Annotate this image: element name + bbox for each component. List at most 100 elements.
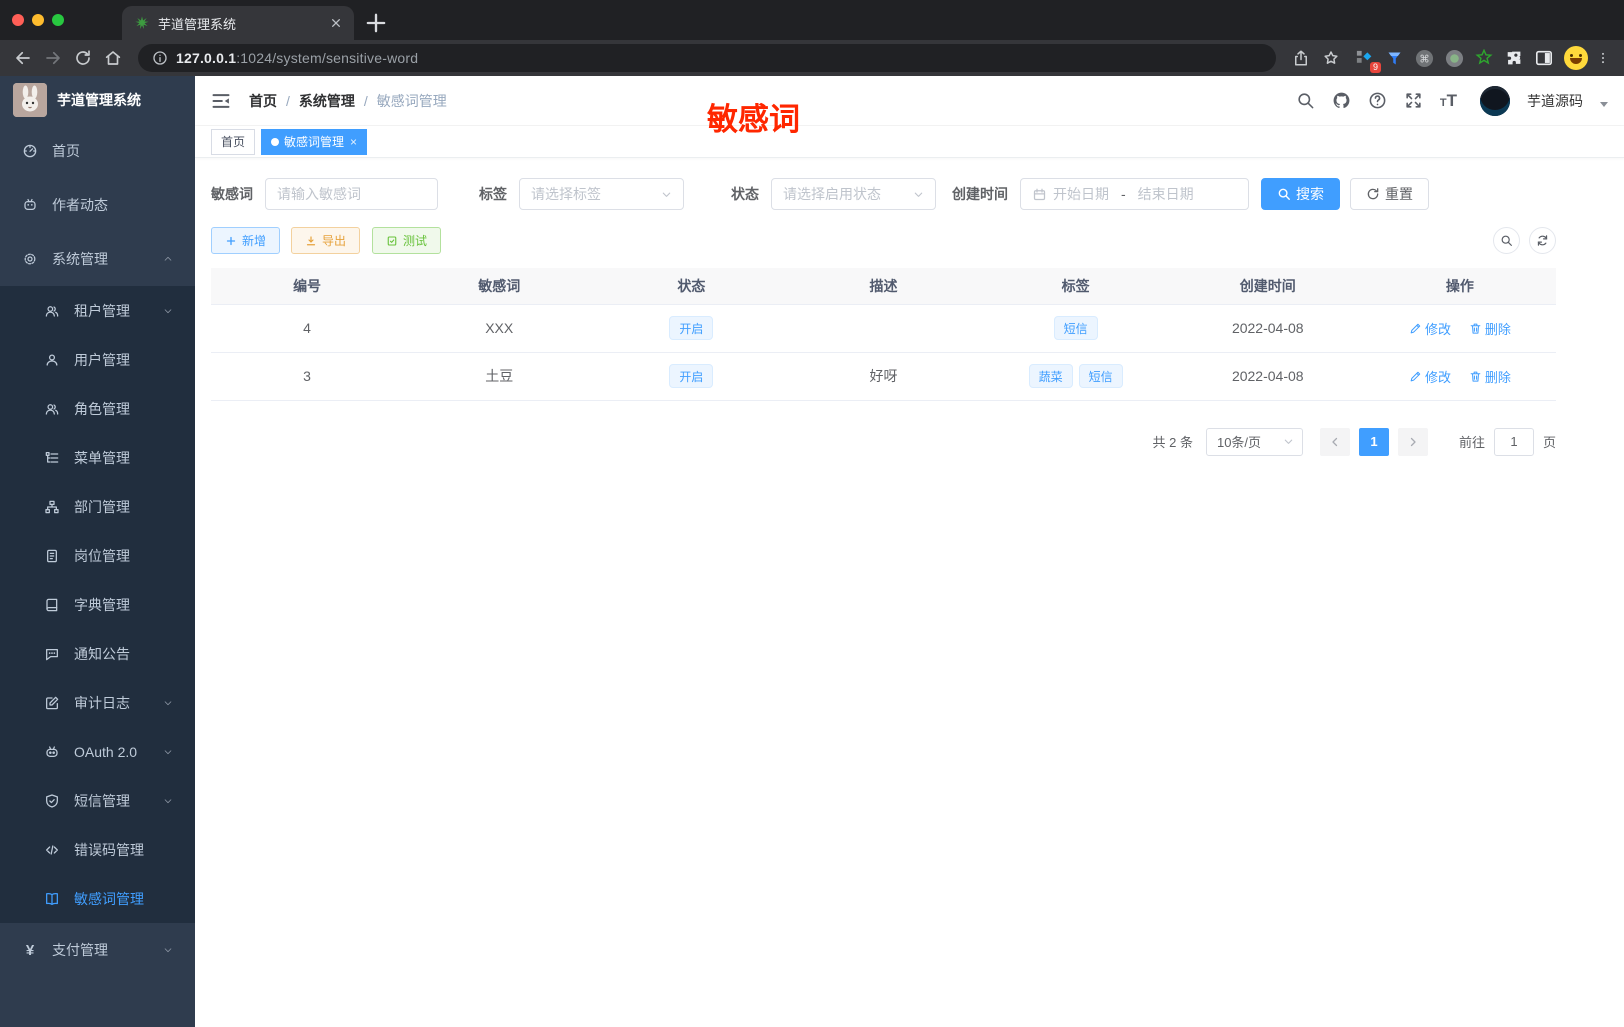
back-icon[interactable] bbox=[10, 45, 36, 71]
sidebar-item-作者动态[interactable]: 作者动态 bbox=[0, 178, 195, 232]
export-button[interactable]: 导出 bbox=[291, 227, 361, 254]
home-icon[interactable] bbox=[100, 45, 126, 71]
delete-link[interactable]: 删除 bbox=[1469, 367, 1511, 386]
sidebar-item-错误码管理[interactable]: 错误码管理 bbox=[0, 825, 195, 874]
sidebar-item-岗位管理[interactable]: 岗位管理 bbox=[0, 531, 195, 580]
sidebar-item-首页[interactable]: 首页 bbox=[0, 124, 195, 178]
browser-profile-avatar[interactable] bbox=[1564, 46, 1588, 70]
sidebar-item-短信管理[interactable]: 短信管理 bbox=[0, 776, 195, 825]
sidebar-item-oauth-2.0[interactable]: OAuth 2.0 bbox=[0, 727, 195, 776]
table-row: 4 XXX 开启 短信 2022-04-08 修改 删除 bbox=[211, 304, 1556, 353]
url-bar[interactable]: 127.0.0.1:1024/system/sensitive-word bbox=[138, 44, 1276, 72]
app-logo-row: 芋道管理系统 bbox=[0, 76, 195, 124]
github-icon[interactable] bbox=[1332, 91, 1351, 110]
cell-actions: 修改 删除 bbox=[1363, 352, 1556, 401]
search-button[interactable]: 搜索 bbox=[1261, 178, 1340, 210]
browser-tab[interactable]: 芋道管理系统 bbox=[122, 6, 354, 40]
date-range-input[interactable]: 开始日期 - 结束日期 bbox=[1020, 178, 1249, 210]
chevron-down-icon bbox=[913, 189, 924, 200]
user-menu-caret-icon[interactable] bbox=[1600, 102, 1608, 107]
zoom-window-button[interactable] bbox=[52, 14, 64, 26]
tab-close-icon[interactable] bbox=[328, 15, 344, 31]
chevron-down-icon bbox=[163, 306, 173, 316]
prev-page-button[interactable] bbox=[1319, 427, 1350, 456]
sidebar-item-支付管理[interactable]: ¥ 支付管理 bbox=[0, 923, 195, 977]
site-info-icon[interactable] bbox=[152, 50, 168, 66]
green-star-icon[interactable] bbox=[1474, 48, 1494, 68]
font-size-icon[interactable]: TT bbox=[1440, 92, 1457, 109]
sidebar-item-角色管理[interactable]: 角色管理 bbox=[0, 384, 195, 433]
sidebar-item-label: 短信管理 bbox=[74, 792, 130, 809]
share-icon[interactable] bbox=[1288, 45, 1314, 71]
breadcrumb-item[interactable]: 首页 bbox=[249, 91, 277, 111]
edit-link[interactable]: 修改 bbox=[1409, 319, 1451, 338]
goto-page-input[interactable] bbox=[1493, 427, 1534, 456]
browser-menu-icon[interactable] bbox=[1592, 45, 1614, 71]
sidebar-item-label: 错误码管理 bbox=[74, 841, 144, 858]
yen-icon: ¥ bbox=[25, 941, 35, 959]
sidebar-item-通知公告[interactable]: 通知公告 bbox=[0, 629, 195, 678]
refresh-table-button[interactable] bbox=[1529, 227, 1556, 254]
filter-form: 敏感词 请输入敏感词 标签 请选择标签 状态 请选择启用状态 创建时间 开始日期… bbox=[211, 178, 1556, 210]
keyword-input[interactable]: 请输入敏感词 bbox=[265, 178, 438, 210]
forward-icon[interactable] bbox=[40, 45, 66, 71]
reset-button[interactable]: 重置 bbox=[1350, 178, 1429, 210]
fullscreen-icon[interactable] bbox=[1404, 91, 1423, 110]
sidebar-item-用户管理[interactable]: 用户管理 bbox=[0, 335, 195, 384]
sidebar-collapse-icon[interactable] bbox=[211, 91, 231, 111]
cell-id: 4 bbox=[211, 304, 404, 353]
next-page-button[interactable] bbox=[1397, 427, 1428, 456]
puzzle-icon[interactable] bbox=[1504, 48, 1524, 68]
sidebar-item-label: 审计日志 bbox=[74, 694, 130, 711]
edit-link[interactable]: 修改 bbox=[1409, 367, 1451, 386]
user-avatar[interactable] bbox=[1480, 85, 1510, 116]
user-icon bbox=[44, 352, 60, 368]
sidebar-item-租户管理[interactable]: 租户管理 bbox=[0, 286, 195, 335]
sidebar-item-菜单管理[interactable]: 菜单管理 bbox=[0, 433, 195, 482]
breadcrumb-item: 敏感词管理 bbox=[376, 92, 447, 109]
sidebar-item-敏感词管理[interactable]: 敏感词管理 bbox=[0, 874, 195, 923]
column-header-标签: 标签 bbox=[979, 268, 1172, 305]
page-number-1[interactable]: 1 bbox=[1358, 427, 1389, 456]
help-icon[interactable] bbox=[1368, 91, 1387, 110]
reload-icon[interactable] bbox=[70, 45, 96, 71]
add-button[interactable]: 新增 bbox=[211, 227, 281, 254]
sidebar-item-审计日志[interactable]: 审计日志 bbox=[0, 678, 195, 727]
split-view-icon[interactable] bbox=[1534, 48, 1554, 68]
robot-icon bbox=[44, 744, 60, 760]
page-size-select[interactable]: 10条/页 bbox=[1205, 427, 1303, 456]
minimize-window-button[interactable] bbox=[32, 14, 44, 26]
sidebar-item-字典管理[interactable]: 字典管理 bbox=[0, 580, 195, 629]
close-window-button[interactable] bbox=[12, 14, 24, 26]
open-book-icon bbox=[44, 891, 60, 907]
grid-diamond-icon[interactable]: 9 bbox=[1354, 48, 1381, 73]
tags-view: 首页 敏感词管理 × bbox=[195, 126, 1624, 158]
bookmark-star-icon[interactable] bbox=[1318, 45, 1344, 71]
close-tab-icon[interactable]: × bbox=[350, 135, 357, 149]
tags-view-tab-首页[interactable]: 首页 bbox=[211, 128, 256, 155]
column-header-创建时间: 创建时间 bbox=[1171, 268, 1364, 305]
sidebar-item-系统管理[interactable]: 系统管理 bbox=[0, 232, 195, 286]
plus-icon bbox=[225, 235, 237, 247]
command-circle-icon[interactable]: ⌘ bbox=[1414, 48, 1434, 68]
download-icon bbox=[305, 235, 317, 247]
test-button[interactable]: 测试 bbox=[372, 227, 442, 254]
toggle-search-button[interactable] bbox=[1493, 227, 1520, 254]
new-tab-button[interactable] bbox=[362, 9, 390, 37]
sidebar-item-部门管理[interactable]: 部门管理 bbox=[0, 482, 195, 531]
column-header-描述: 描述 bbox=[787, 268, 980, 305]
cell-id: 3 bbox=[211, 352, 404, 401]
delete-link[interactable]: 删除 bbox=[1469, 319, 1511, 338]
header-search-icon[interactable] bbox=[1296, 91, 1315, 110]
column-header-状态: 状态 bbox=[595, 268, 788, 305]
status-select[interactable]: 请选择启用状态 bbox=[771, 178, 936, 210]
tag-select[interactable]: 请选择标签 bbox=[519, 178, 684, 210]
record-circle-icon[interactable] bbox=[1444, 48, 1464, 68]
column-header-敏感词: 敏感词 bbox=[403, 268, 596, 305]
tags-view-tab-敏感词管理[interactable]: 敏感词管理 × bbox=[261, 128, 368, 155]
sidebar-item-label: 支付管理 bbox=[52, 942, 108, 958]
app-title: 芋道管理系统 bbox=[57, 92, 141, 108]
org-tree-icon bbox=[44, 499, 60, 515]
breadcrumb-item[interactable]: 系统管理 bbox=[299, 91, 355, 111]
funnel-icon[interactable] bbox=[1384, 48, 1404, 68]
